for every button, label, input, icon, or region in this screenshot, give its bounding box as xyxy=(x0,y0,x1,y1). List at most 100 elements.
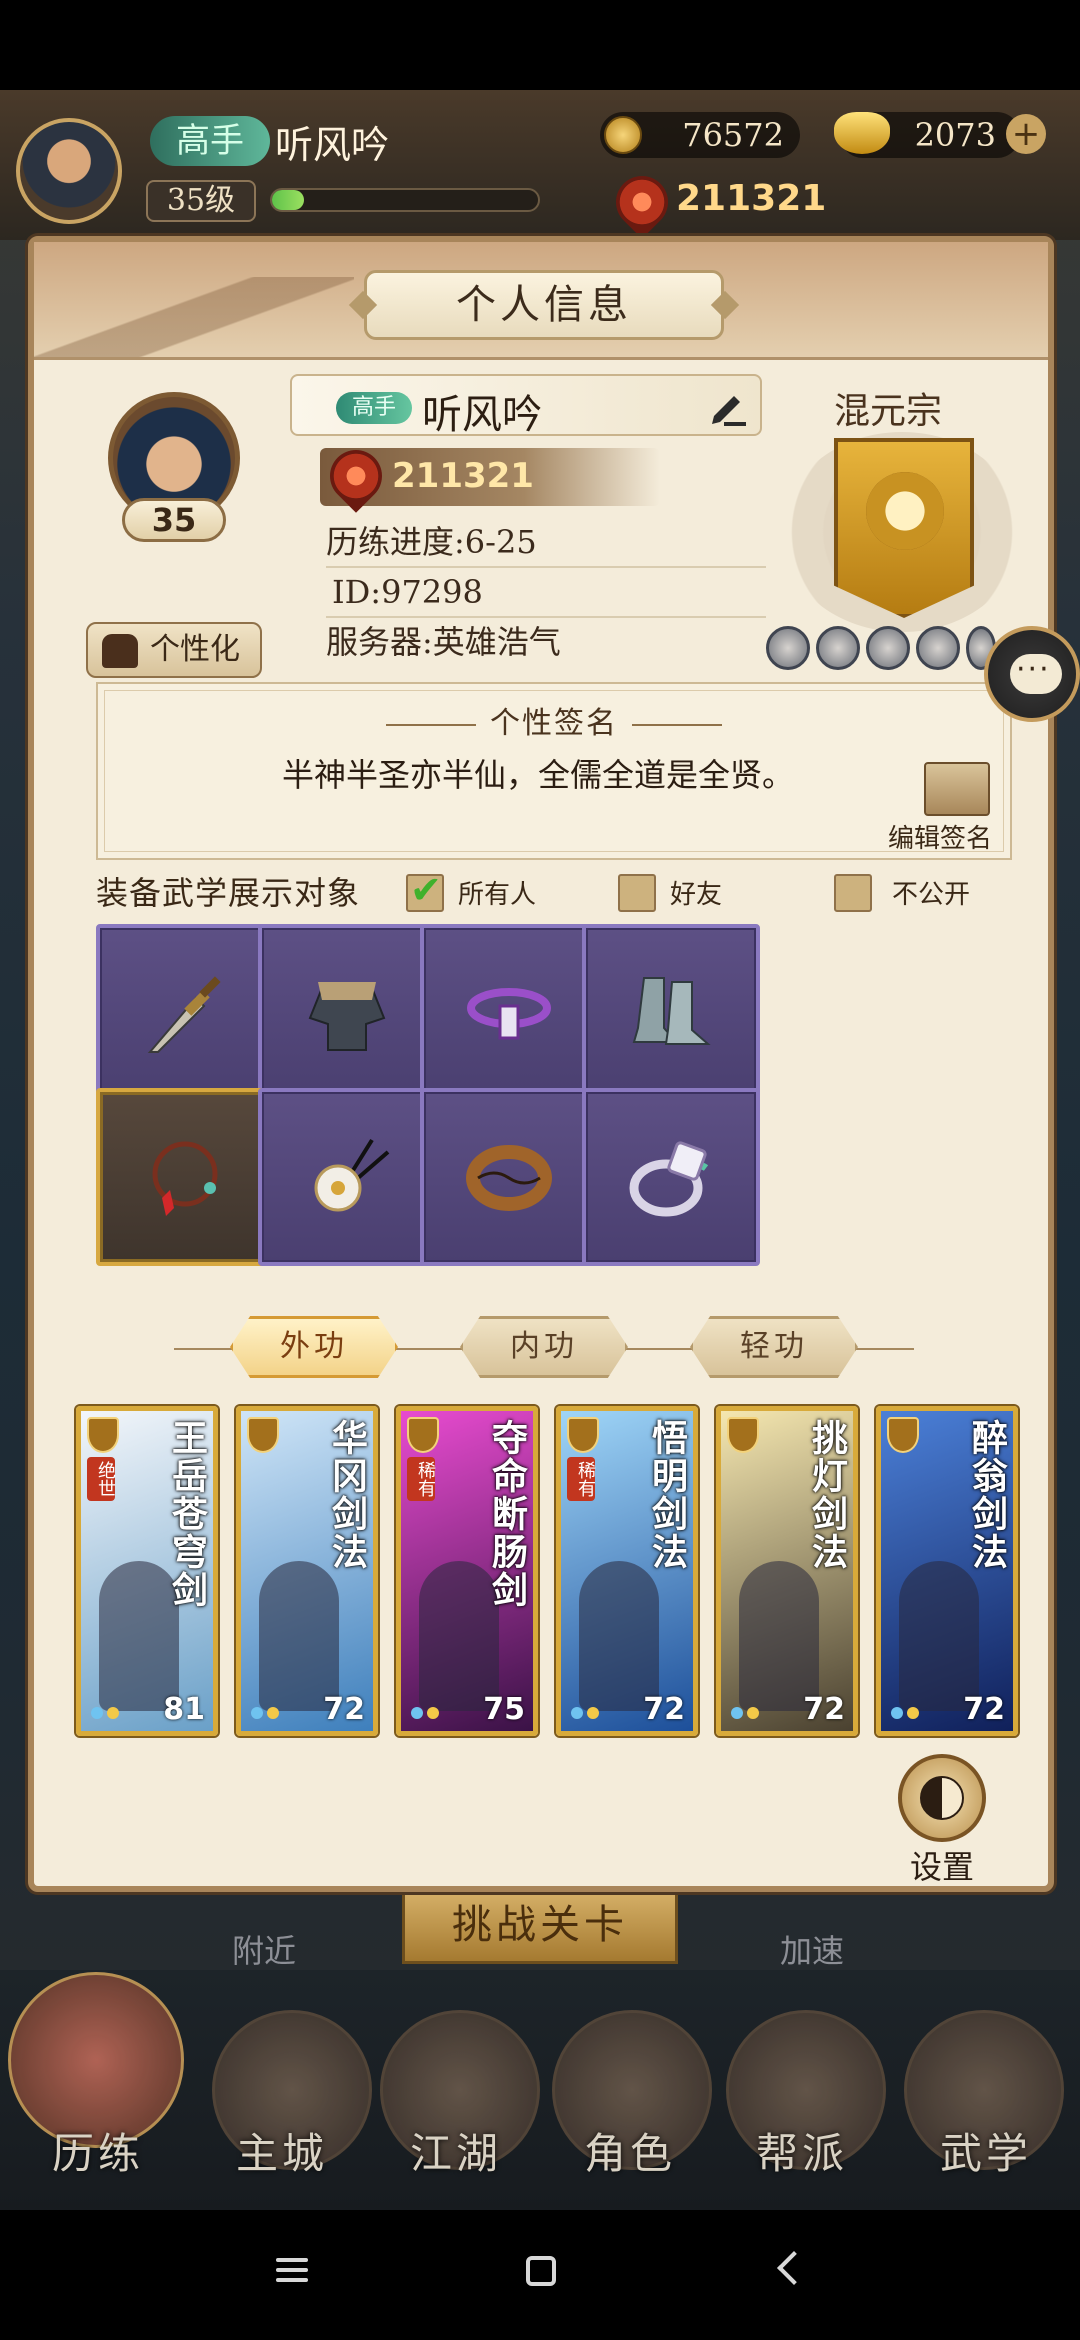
equipment-slot[interactable] xyxy=(582,924,760,1102)
nav-label-training[interactable]: 历练 xyxy=(52,2120,144,2181)
skill-card[interactable]: 稀有 夺命断肠剑 75 xyxy=(396,1406,538,1736)
skill-gem-icons xyxy=(91,1707,119,1719)
profile-name: 听风吟 xyxy=(422,392,542,438)
skill-figure xyxy=(259,1561,339,1711)
coin-icon xyxy=(604,116,642,154)
visibility-private-checkbox[interactable] xyxy=(834,874,872,912)
home-icon[interactable] xyxy=(526,2256,556,2286)
combat-power-icon xyxy=(319,439,393,513)
skill-title: 挑灯剑法 xyxy=(806,1419,848,1571)
skill-gem-icons xyxy=(411,1707,439,1719)
player-avatar[interactable] xyxy=(16,118,122,224)
personalize-button[interactable]: 个性化 xyxy=(86,622,262,678)
skill-gem-icons xyxy=(731,1707,759,1719)
nav-label-city[interactable]: 主城 xyxy=(236,2120,328,2181)
skill-type-badge-icon xyxy=(87,1417,119,1453)
add-currency-button[interactable]: + xyxy=(1006,114,1046,154)
skill-title: 夺命断肠剑 xyxy=(486,1419,528,1609)
robe-icon xyxy=(102,634,138,668)
tab-external-skills[interactable]: 外功 xyxy=(230,1316,398,1378)
personalize-label: 个性化 xyxy=(150,632,240,667)
dragon-emblem-icon xyxy=(866,472,944,550)
sect-badge-icon xyxy=(816,626,860,670)
chat-button[interactable] xyxy=(984,626,1080,722)
visibility-all-label[interactable]: 所有人 xyxy=(458,874,536,911)
exp-bar-fill xyxy=(272,190,304,210)
recent-apps-icon[interactable] xyxy=(276,2258,308,2286)
personal-info-panel: 个人信息 35 个性化 高手 听风吟 211321 历练进度:6-25 ID:9… xyxy=(28,236,1054,1892)
settings-button[interactable] xyxy=(898,1754,986,1842)
equipment-slot[interactable] xyxy=(258,924,436,1102)
signature-title: 个性签名 xyxy=(98,698,1010,742)
skill-level: 72 xyxy=(803,1692,845,1727)
panel-title: 个人信息 xyxy=(364,270,724,340)
skill-gem-icons xyxy=(251,1707,279,1719)
skill-card[interactable]: 醉翁剑法 72 xyxy=(876,1406,1018,1736)
skill-card[interactable]: 稀有 悟明剑法 72 xyxy=(556,1406,698,1736)
skill-type-badge-icon xyxy=(887,1417,919,1453)
visibility-friends-label[interactable]: 好友 xyxy=(670,874,722,911)
skill-level: 81 xyxy=(163,1692,205,1727)
visibility-friends-checkbox[interactable] xyxy=(618,874,656,912)
training-progress: 历练进度:6-25 xyxy=(326,518,766,568)
skill-card[interactable]: 华冈剑法 72 xyxy=(236,1406,378,1736)
skill-level: 72 xyxy=(643,1692,685,1727)
player-rank-badge: 高手 xyxy=(150,116,270,166)
skill-rarity-tag: 稀有 xyxy=(567,1457,596,1501)
sect-name: 混元宗 xyxy=(834,391,943,432)
equipment-slot[interactable] xyxy=(96,1088,274,1266)
hairpin-icon xyxy=(314,1138,390,1212)
visibility-private-label[interactable]: 不公开 xyxy=(892,874,970,911)
belt-icon xyxy=(467,988,551,1040)
speedup-button[interactable]: 加速 xyxy=(780,1926,844,1972)
panel-header: 个人信息 xyxy=(34,242,1048,360)
skill-rarity-tag: 稀有 xyxy=(407,1457,436,1501)
skill-level: 72 xyxy=(963,1692,1005,1727)
skill-figure xyxy=(739,1561,819,1711)
equipment-slot[interactable] xyxy=(420,1088,598,1266)
visibility-all-checkbox[interactable] xyxy=(406,868,444,912)
display-target-label: 装备武学展示对象 xyxy=(96,874,361,912)
edit-name-icon[interactable] xyxy=(708,386,750,428)
profile-combat-power: 211321 xyxy=(392,456,534,496)
skill-card[interactable]: 绝世 王岳苍穹剑 81 xyxy=(76,1406,218,1736)
player-level: 35级 xyxy=(146,180,256,222)
nav-label-character[interactable]: 角色 xyxy=(584,2120,676,2181)
bracelet-icon xyxy=(152,1141,218,1216)
equipment-slot[interactable] xyxy=(96,924,274,1102)
gold-ingot-icon xyxy=(834,112,890,154)
sect-badge-icon xyxy=(916,626,960,670)
equipment-slot[interactable] xyxy=(582,1088,760,1266)
skill-figure xyxy=(579,1561,659,1711)
skill-rarity-tag: 绝世 xyxy=(87,1457,116,1501)
hud-combat-power: 211321 xyxy=(676,178,827,219)
signature-box: 个性签名 半神半圣亦半仙，全儒全道是全贤。 编辑签名 xyxy=(96,682,1012,860)
equipment-slot[interactable] xyxy=(420,924,598,1102)
sect-badge-icon xyxy=(766,626,810,670)
scroll-icon[interactable] xyxy=(924,762,990,816)
nav-label-jianghu[interactable]: 江湖 xyxy=(410,2120,502,2181)
nav-label-martial-arts[interactable]: 武学 xyxy=(940,2120,1032,2181)
equipment-slot[interactable] xyxy=(258,1088,436,1266)
skill-level: 75 xyxy=(483,1692,525,1727)
nav-label-guild[interactable]: 帮派 xyxy=(756,2120,848,2181)
sword-icon xyxy=(147,976,221,1053)
bangle-icon xyxy=(466,1145,552,1211)
yin-yang-icon xyxy=(920,1776,964,1820)
skill-title: 悟明剑法 xyxy=(646,1419,688,1571)
skill-title: 王岳苍穹剑 xyxy=(166,1419,208,1609)
tab-internal-skills[interactable]: 内功 xyxy=(460,1316,628,1378)
skill-type-badge-icon xyxy=(247,1417,279,1453)
challenge-stage-button[interactable]: 挑战关卡 xyxy=(402,1886,678,1964)
nearby-button[interactable]: 附近 xyxy=(232,1926,296,1972)
name-bar: 高手 听风吟 xyxy=(290,374,762,438)
skill-figure xyxy=(899,1561,979,1711)
armor-icon xyxy=(308,982,386,1051)
settings-label[interactable]: 设置 xyxy=(910,1842,974,1888)
player-name: 听风吟 xyxy=(275,123,390,167)
tab-movement-skills[interactable]: 轻功 xyxy=(690,1316,858,1378)
skill-gem-icons xyxy=(571,1707,599,1719)
edit-signature-button[interactable]: 编辑签名 xyxy=(888,818,992,855)
sect-badge-icon xyxy=(866,626,910,670)
skill-card[interactable]: 挑灯剑法 72 xyxy=(716,1406,858,1736)
